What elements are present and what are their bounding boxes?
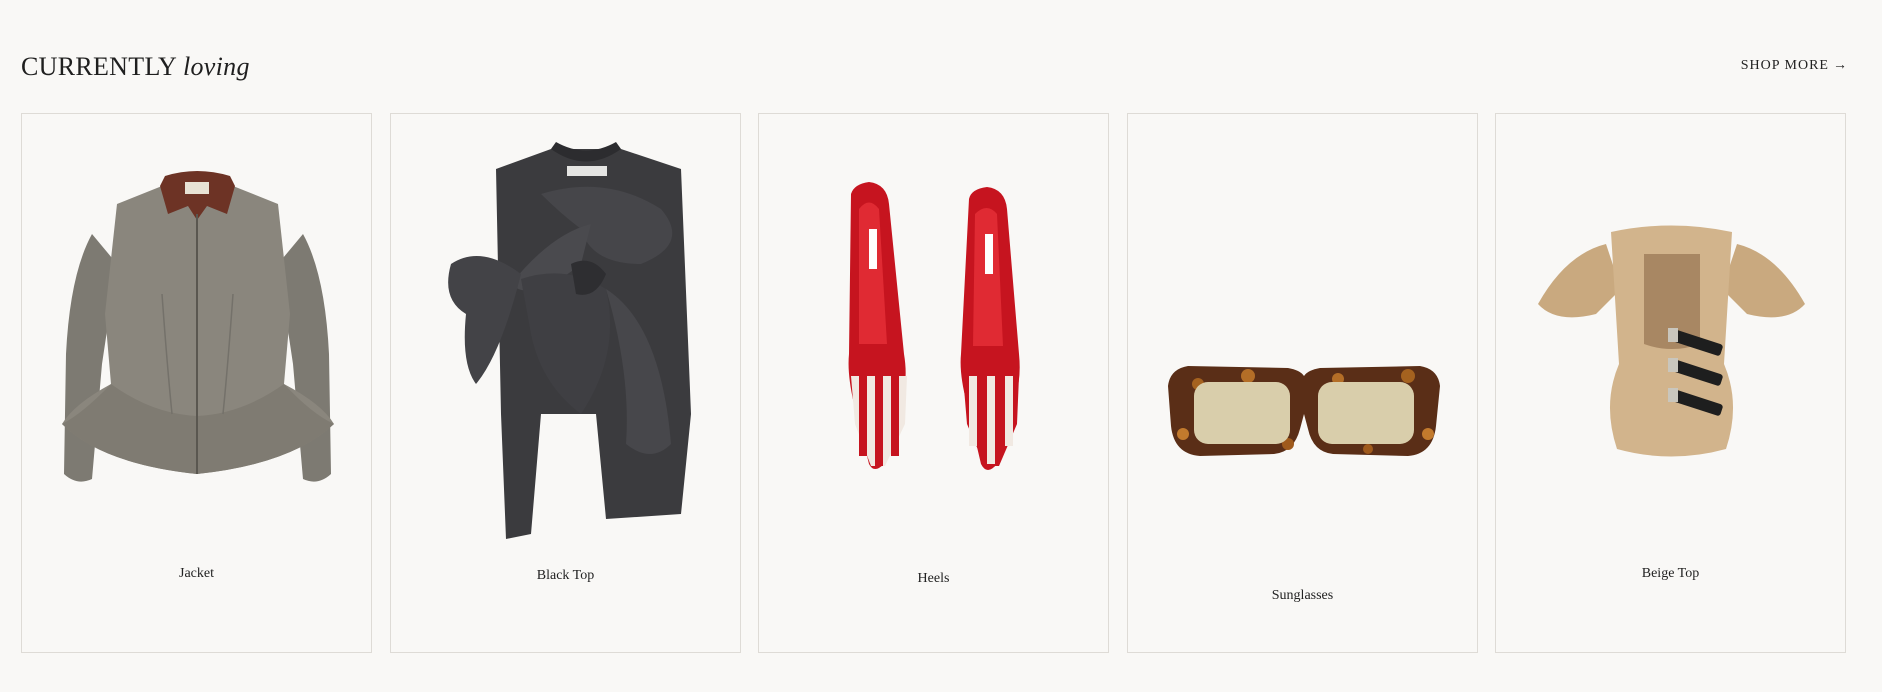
section-title: CURRENTLY loving xyxy=(21,52,250,82)
product-label: Beige Top xyxy=(1641,566,1700,581)
beige-top-image xyxy=(1538,225,1805,457)
product-label: Heels xyxy=(917,571,950,586)
shop-more-label: SHOP MORE xyxy=(1740,58,1829,73)
product-label: Black Top xyxy=(536,568,595,583)
product-label: Sunglasses xyxy=(1271,588,1334,603)
jacket-image xyxy=(62,171,334,482)
product-card-heels[interactable]: Heels xyxy=(758,113,1109,653)
product-card-sunglasses[interactable]: Sunglasses xyxy=(1127,113,1478,653)
product-label: Jacket xyxy=(179,566,214,581)
section-header: CURRENTLY loving SHOP MORE → xyxy=(21,48,1848,88)
left-shoe-stripes xyxy=(851,376,907,466)
arrow-right-icon: → xyxy=(1833,58,1848,73)
section-title-accent: loving xyxy=(182,52,250,81)
heels-image xyxy=(848,182,1020,470)
product-card-beige-top[interactable]: Beige Top xyxy=(1495,113,1846,653)
black-top-image xyxy=(448,142,691,539)
sunglasses-image xyxy=(1168,366,1440,456)
shop-more-link[interactable]: SHOP MORE → xyxy=(1741,58,1848,74)
product-card-black-top[interactable]: Black Top xyxy=(390,113,741,653)
product-card-jacket[interactable]: Jacket xyxy=(21,113,372,653)
section-title-main: CURRENTLY xyxy=(21,52,177,81)
